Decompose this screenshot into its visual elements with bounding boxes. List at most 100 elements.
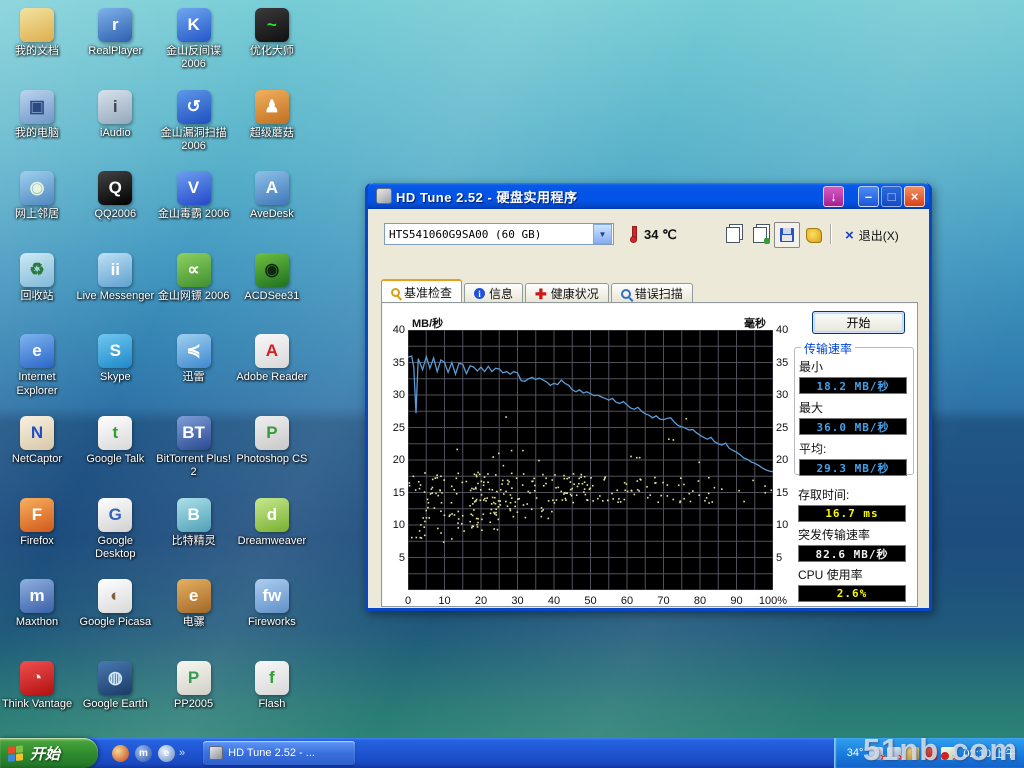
save-screenshot-button[interactable] [774, 222, 800, 248]
icon-think-vantage-label: Think Vantage [0, 698, 76, 711]
tab-benchmark[interactable]: 基准检查 [381, 279, 462, 303]
taskbar-button-hdtune[interactable]: HD Tune 2.52 - ... [203, 741, 355, 765]
copy-image-icon [753, 227, 767, 243]
icon-google-earth-label: Google Earth [76, 698, 154, 711]
icon-think-vantage[interactable]: ◔Think Vantage [0, 661, 76, 711]
y-left-tick: 5 [383, 552, 405, 564]
icon-bitspirit[interactable]: B比特精灵 [155, 498, 233, 548]
download-overlay-button[interactable]: ↓ [823, 186, 844, 207]
icon-firefox[interactable]: FFirefox [0, 498, 76, 548]
icon-google-earth[interactable]: ◍Google Earth [76, 661, 154, 711]
icon-adobe-reader-label: Adobe Reader [233, 371, 311, 384]
copy-text-button[interactable] [720, 222, 746, 248]
titlebar[interactable]: HD Tune 2.52 - 硬盘实用程序 ↓ – □ × [368, 183, 929, 209]
watermark-right: com [951, 732, 1018, 768]
exit-button[interactable]: × 退出(X) [838, 222, 906, 248]
icon-kingsoft-antispy[interactable]: K金山反间谍 2006 [155, 8, 233, 71]
icon-youhua-dashi[interactable]: ~优化大师 [233, 8, 311, 58]
burst-rate-value: 82.6 MB/秒 [798, 545, 906, 562]
icon-emule-label: 电骡 [155, 616, 233, 629]
icon-super-mushroom-image: ♟ [255, 90, 289, 124]
tab-info[interactable]: i 信息 [464, 283, 523, 303]
icon-qq2006[interactable]: QQQ2006 [76, 171, 154, 221]
icon-google-picasa[interactable]: ◐Google Picasa [76, 579, 154, 629]
icon-realplayer[interactable]: rRealPlayer [76, 8, 154, 58]
icon-live-messenger[interactable]: iiLive Messenger [76, 253, 154, 303]
icon-youhua-dashi-image: ~ [255, 8, 289, 42]
icon-kingsoft-antivirus[interactable]: V金山毒霸 2006 [155, 171, 233, 221]
maximize-button[interactable]: □ [881, 186, 902, 207]
icon-my-documents-image [20, 8, 54, 42]
x-tick: 30 [501, 595, 535, 607]
icon-internet-explorer[interactable]: e Internet Explorer [0, 334, 76, 397]
icon-iaudio[interactable]: iiAudio [76, 90, 154, 140]
icon-fireworks-label: Fireworks [233, 616, 311, 629]
icon-recycle-bin[interactable]: ♻回收站 [0, 253, 76, 303]
icon-network-places-label: 网上邻居 [0, 208, 76, 221]
health-cross-icon: ✚ [535, 289, 547, 299]
icon-google-desktop[interactable]: GGoogle Desktop [76, 498, 154, 561]
icon-thunder[interactable]: ≼迅雷 [155, 334, 233, 384]
icon-google-talk[interactable]: tGoogle Talk [76, 416, 154, 466]
tab-health[interactable]: ✚ 健康状况 [525, 283, 609, 303]
hdtune-window: HD Tune 2.52 - 硬盘实用程序 ↓ – □ × HTS541060G… [365, 183, 932, 611]
icon-kingsoft-scan[interactable]: ↺ 金山漏洞扫描 2006 [155, 90, 233, 153]
drive-select[interactable]: HTS541060G9SA00 (60 GB) ▼ [384, 223, 614, 245]
icon-my-computer[interactable]: ▣我的电脑 [0, 90, 76, 140]
icon-dreamweaver[interactable]: dDreamweaver [233, 498, 311, 548]
icon-adobe-reader[interactable]: A Adobe Reader [233, 334, 311, 384]
icon-maxthon[interactable]: mMaxthon [0, 579, 76, 629]
cpu-usage-label: CPU 使用率 [798, 566, 914, 583]
icon-avedesk[interactable]: AAveDesk [233, 171, 311, 221]
hdtune-task-icon [209, 746, 223, 760]
x-tick: 60 [610, 595, 644, 607]
start-benchmark-button[interactable]: 开始 [812, 311, 905, 334]
icon-bittorrent-plus[interactable]: BTBitTorrent Plus! 2 [155, 416, 233, 479]
options-button[interactable] [801, 222, 827, 248]
icon-my-documents[interactable]: 我的文档 [0, 8, 76, 58]
icon-flash[interactable]: fFlash [233, 661, 311, 711]
window-client-area: HTS541060G9SA00 (60 GB) ▼ 34 ℃ × 退出(X) 基… [368, 209, 929, 608]
y-left-tick: 20 [383, 454, 405, 466]
icon-kingsoft-scan-label: 金山漏洞扫描 2006 [155, 127, 233, 153]
icon-internet-explorer-image: e [20, 334, 54, 368]
quicklaunch-maxthon-icon[interactable]: m [135, 745, 152, 762]
toolbar-separator [830, 224, 831, 244]
quicklaunch-ie-icon[interactable]: e [158, 745, 175, 762]
icon-acdsee31[interactable]: ◉ACDSee31 [233, 253, 311, 303]
icon-flash-label: Flash [233, 698, 311, 711]
icon-bitspirit-label: 比特精灵 [155, 535, 233, 548]
icon-kingsoft-firewall[interactable]: ∝金山网镖 2006 [155, 253, 233, 303]
start-button[interactable]: 开始 [0, 738, 98, 768]
icon-photoshop-cs-image: P [255, 416, 289, 450]
icon-photoshop-cs[interactable]: PPhotoshop CS [233, 416, 311, 466]
y-left-tick: 35 [383, 357, 405, 369]
y-left-tick: 30 [383, 389, 405, 401]
icon-google-talk-image: t [98, 416, 132, 450]
icon-fireworks[interactable]: fwFireworks [233, 579, 311, 629]
close-button[interactable]: × [904, 186, 925, 207]
icon-adobe-reader-image: A [255, 334, 289, 368]
icon-kingsoft-scan-image: ↺ [177, 90, 211, 124]
quick-launch-chevron[interactable]: » [179, 747, 185, 759]
icon-pp2005[interactable]: PPP2005 [155, 661, 233, 711]
x-tick: 100% [756, 595, 790, 607]
icon-skype[interactable]: SSkype [76, 334, 154, 384]
icon-avedesk-image: A [255, 171, 289, 205]
tab-strip: 基准检查 i 信息 ✚ 健康状况 错误扫描 [381, 281, 695, 303]
icon-pp2005-label: PP2005 [155, 698, 233, 711]
icon-internet-explorer-label: Internet Explorer [0, 371, 76, 397]
icon-emule[interactable]: e电骡 [155, 579, 233, 629]
icon-netcaptor[interactable]: NNetCaptor [0, 416, 76, 466]
quicklaunch-browser-icon[interactable] [112, 745, 129, 762]
icon-network-places[interactable]: ◉网上邻居 [0, 171, 76, 221]
watermark-red-dot-icon [941, 752, 949, 760]
copy-image-button[interactable] [747, 222, 773, 248]
tab-error-scan[interactable]: 错误扫描 [611, 283, 693, 303]
minimize-button[interactable]: – [858, 186, 879, 207]
icon-realplayer-label: RealPlayer [76, 45, 154, 58]
icon-super-mushroom[interactable]: ♟超级蘑菇 [233, 90, 311, 140]
chevron-down-icon[interactable]: ▼ [593, 224, 612, 244]
icon-acdsee31-image: ◉ [255, 253, 289, 287]
thermometer-icon [630, 226, 637, 243]
